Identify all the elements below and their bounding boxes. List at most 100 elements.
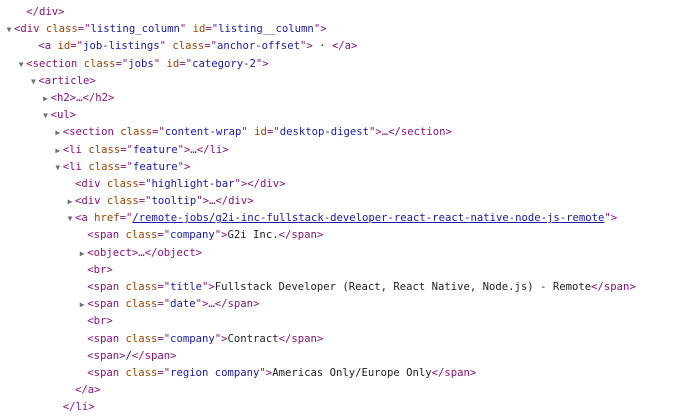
dom-tree-row[interactable]: <span class="company">Contract</span> bbox=[0, 331, 691, 348]
attribute-value: feature bbox=[132, 143, 178, 156]
triangle-down-icon[interactable]: ▼ bbox=[28, 73, 38, 90]
dom-tree-row[interactable]: ▼ <section class="jobs" id="category-2"> bbox=[0, 56, 691, 73]
tag-token: <br> bbox=[87, 263, 113, 276]
triangle-right-icon[interactable]: ▶ bbox=[77, 245, 87, 262]
dom-tree-row[interactable]: ▼ <div class="listing_column" id="listing… bbox=[0, 21, 691, 38]
attribute-value: listing__column bbox=[218, 23, 314, 36]
tag-token: </li> bbox=[62, 401, 95, 414]
tag-token: </h2> bbox=[82, 91, 115, 104]
punctuation: =" bbox=[205, 23, 219, 36]
attribute-value: company bbox=[170, 332, 215, 345]
punctuation: "> bbox=[214, 332, 228, 345]
dom-tree-row[interactable]: </li> bbox=[0, 399, 691, 416]
attribute-value: content-wrap bbox=[164, 126, 242, 139]
triangle-right-icon[interactable]: ▶ bbox=[53, 124, 63, 141]
tag-token: <section bbox=[26, 57, 84, 70]
attribute-value: company bbox=[170, 229, 215, 242]
attribute-value: jobs bbox=[128, 57, 154, 70]
punctuation: "> bbox=[299, 40, 313, 53]
whitespace-node: · bbox=[312, 40, 332, 53]
dom-tree-row[interactable]: ▶ <div class="tooltip">…</div> bbox=[0, 193, 691, 210]
dom-tree-row[interactable]: <span class="title">Fullstack Developer … bbox=[0, 279, 691, 296]
attribute-value: feature bbox=[132, 160, 178, 173]
dom-tree-row[interactable]: <span class="region company">Americas On… bbox=[0, 365, 691, 382]
tag-token: <object> bbox=[87, 246, 139, 259]
triangle-down-icon[interactable]: ▼ bbox=[65, 210, 75, 227]
dom-tree-row[interactable]: ▶ <section class="content-wrap" id="deskt… bbox=[0, 124, 691, 141]
dom-tree-row[interactable]: </a> bbox=[0, 382, 691, 399]
dom-tree-row[interactable]: <span class="company">G2i Inc.</span> bbox=[0, 227, 691, 244]
punctuation: =" bbox=[157, 298, 171, 311]
dom-tree-row[interactable]: </div> bbox=[0, 4, 691, 21]
punctuation: =" bbox=[120, 143, 133, 156]
text-node: Contract bbox=[227, 332, 279, 345]
punctuation: " bbox=[153, 57, 167, 70]
triangle-right-icon[interactable]: ▶ bbox=[41, 90, 51, 107]
dom-tree-row[interactable]: ▶ <li class="feature">…</li> bbox=[0, 142, 691, 159]
tag-token: </span> bbox=[214, 298, 260, 311]
punctuation: =" bbox=[138, 177, 152, 190]
triangle-right-icon[interactable]: ▶ bbox=[77, 296, 87, 313]
triangle-down-icon[interactable]: ▼ bbox=[4, 21, 14, 38]
attribute-name: class bbox=[88, 143, 121, 156]
attribute-value: tooltip bbox=[151, 195, 197, 208]
punctuation: "> bbox=[177, 160, 191, 173]
attribute-value: highlight-bar bbox=[151, 177, 235, 190]
attribute-name: class bbox=[120, 126, 153, 139]
dom-tree-row[interactable]: <br> bbox=[0, 313, 691, 330]
punctuation: =" bbox=[138, 195, 152, 208]
tag-token: <br> bbox=[87, 315, 113, 328]
text-node: Americas Only/Europe Only bbox=[272, 366, 432, 379]
punctuation: =" bbox=[157, 366, 171, 379]
attribute-name: id bbox=[192, 23, 206, 36]
punctuation: =" bbox=[157, 281, 171, 293]
tag-token: <article> bbox=[38, 74, 96, 87]
attribute-name: class bbox=[106, 195, 139, 208]
attribute-name: class bbox=[125, 366, 158, 379]
dom-tree-row[interactable]: <span>/</span> bbox=[0, 348, 691, 365]
punctuation: "> bbox=[234, 177, 248, 190]
tag-token: <li bbox=[62, 160, 89, 173]
dom-tree-row[interactable]: ▼ <ul> bbox=[0, 107, 691, 124]
triangle-right-icon[interactable]: ▶ bbox=[65, 193, 75, 210]
text-node: Fullstack Developer (React, React Native… bbox=[214, 281, 592, 293]
punctuation: =" bbox=[70, 40, 84, 53]
dom-tree-row[interactable]: ▶ <span class="date">…</span> bbox=[0, 296, 691, 313]
attribute-name: class bbox=[125, 332, 158, 345]
dom-tree-row[interactable]: <a id="job-listings" class="anchor-offse… bbox=[0, 38, 691, 55]
punctuation: " bbox=[241, 126, 255, 139]
dom-tree-row[interactable]: ▼ <li class="feature"> bbox=[0, 159, 691, 176]
dom-tree-row[interactable]: <div class="highlight-bar"></div> bbox=[0, 176, 691, 193]
dom-tree-row[interactable]: <br> bbox=[0, 262, 691, 279]
tag-token: </span> bbox=[278, 229, 324, 242]
triangle-down-icon[interactable]: ▼ bbox=[41, 107, 51, 124]
attribute-name: id bbox=[254, 126, 267, 139]
attribute-value: date bbox=[170, 298, 196, 311]
tag-token: <span bbox=[87, 281, 126, 293]
punctuation: =" bbox=[157, 332, 171, 345]
tag-token: </span> bbox=[131, 349, 177, 362]
triangle-down-icon[interactable]: ▼ bbox=[53, 159, 63, 176]
dom-tree-row[interactable]: ▼ <a href="/remote-jobs/g2i-inc-fullstack… bbox=[0, 210, 691, 227]
punctuation: " bbox=[159, 40, 173, 53]
tag-token: </li> bbox=[196, 143, 229, 156]
dom-tree-row[interactable]: ▶ <h2>…</h2> bbox=[0, 90, 691, 107]
tag-token: <section bbox=[62, 126, 121, 139]
dom-tree-row[interactable]: ▼ <article> bbox=[0, 73, 691, 90]
punctuation: "> bbox=[259, 366, 273, 379]
punctuation: "> bbox=[177, 143, 191, 156]
dom-tree-row[interactable]: ▶ <object>…</object> bbox=[0, 245, 691, 262]
tag-token: <span bbox=[87, 332, 126, 345]
attribute-name: class bbox=[172, 40, 205, 53]
tag-token: <h2> bbox=[50, 91, 77, 104]
triangle-down-icon[interactable]: ▼ bbox=[16, 56, 26, 73]
href-link[interactable]: /remote-jobs/g2i-inc-fullstack-developer… bbox=[132, 212, 604, 224]
attribute-name: class bbox=[88, 160, 121, 173]
punctuation: =" bbox=[120, 160, 133, 173]
triangle-right-icon[interactable]: ▶ bbox=[53, 142, 63, 159]
tag-token: </span> bbox=[591, 281, 636, 293]
punctuation: =" bbox=[115, 57, 129, 70]
attribute-name: id bbox=[166, 57, 180, 70]
punctuation: "> bbox=[195, 298, 209, 311]
punctuation: =" bbox=[119, 212, 133, 225]
